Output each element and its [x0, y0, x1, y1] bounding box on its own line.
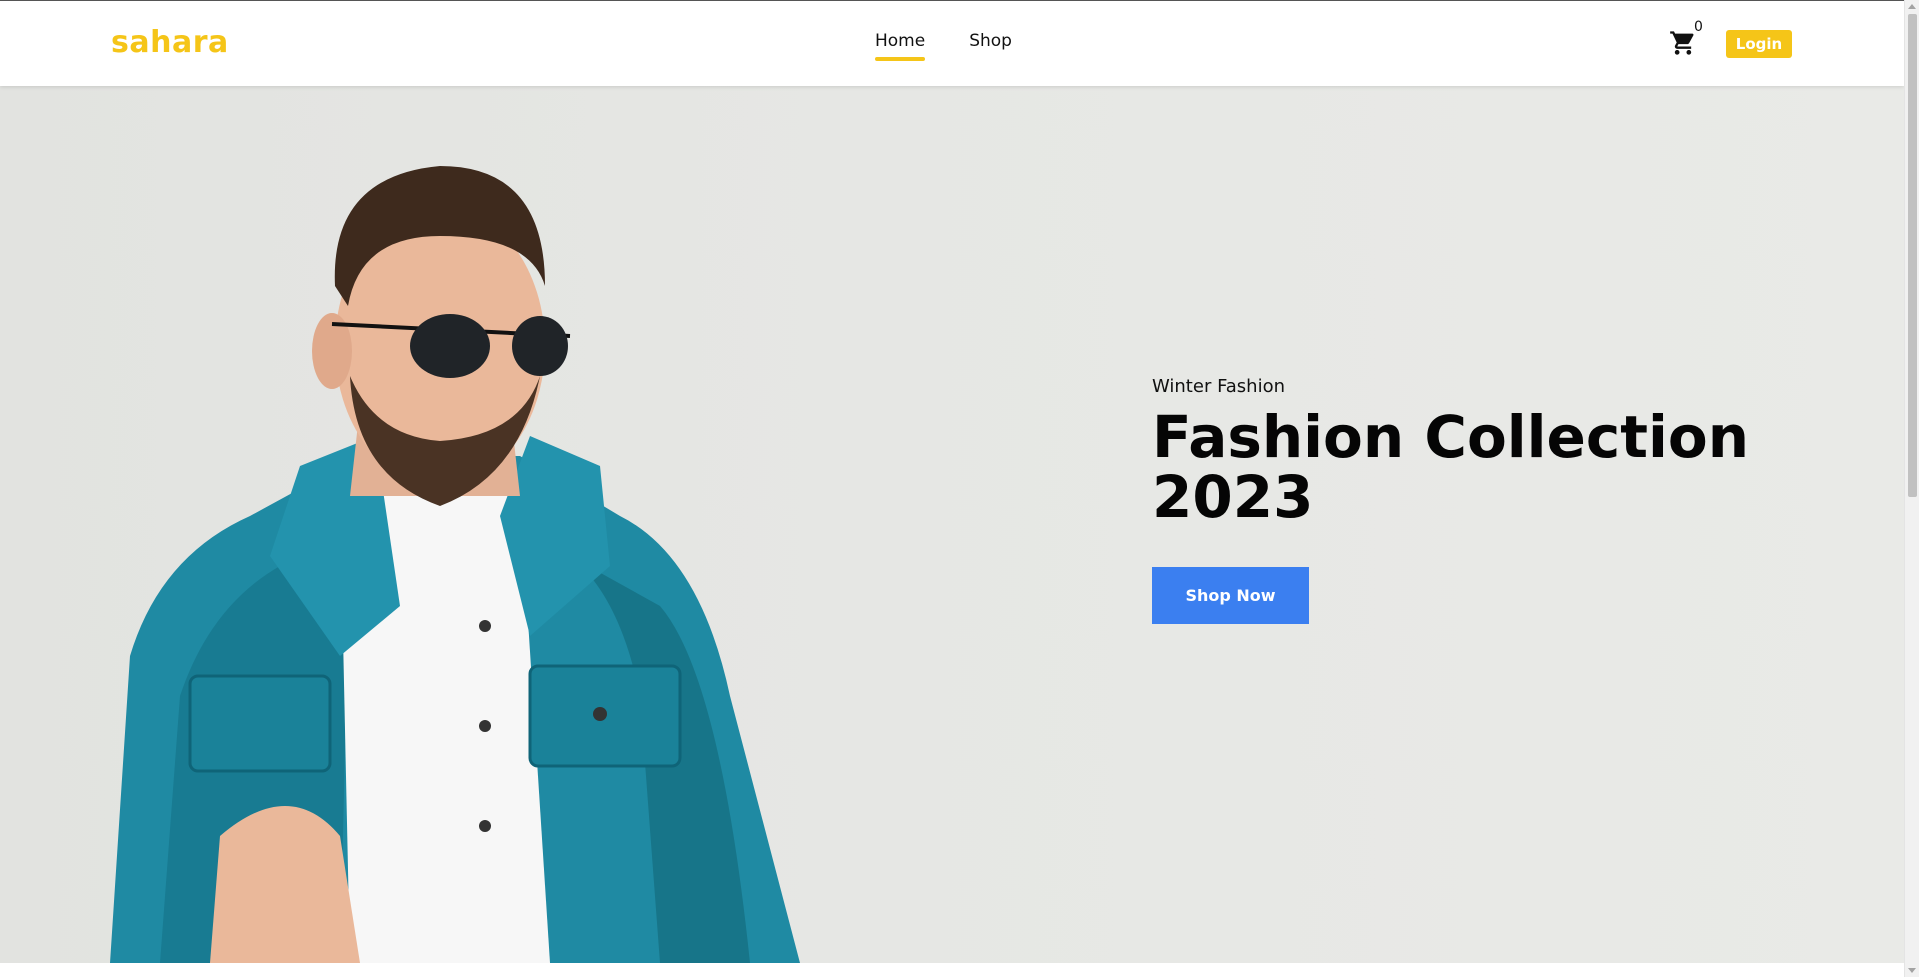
hero-model-image: [110, 166, 800, 963]
cart-count-badge: 0: [1694, 19, 1703, 35]
shop-now-button[interactable]: Shop Now: [1152, 567, 1309, 624]
cart-icon[interactable]: [1669, 29, 1697, 57]
scroll-down-arrow-icon[interactable]: [1908, 968, 1916, 973]
page: sahara Home Shop 0 Login Winter Fashion …: [0, 0, 1904, 977]
hero-headline: Fashion Collection 2023: [1152, 403, 1750, 531]
scroll-thumb[interactable]: [1908, 14, 1917, 497]
nav-home-link[interactable]: Home: [875, 31, 926, 61]
login-button[interactable]: Login: [1726, 30, 1792, 58]
hero-subtitle: Winter Fashion: [1152, 376, 1286, 397]
brand-logo[interactable]: sahara: [111, 25, 229, 60]
page-scrollbar[interactable]: [1904, 0, 1919, 977]
hero-text: Winter Fashion Fashion Collection 2023 S…: [1152, 376, 1752, 624]
nav-shop-link[interactable]: Shop: [969, 31, 1012, 59]
scroll-up-arrow-icon[interactable]: [1908, 4, 1916, 9]
hero-banner: Winter Fashion Fashion Collection 2023 S…: [0, 86, 1904, 963]
main-nav: Home Shop: [875, 31, 1012, 61]
site-header: sahara Home Shop 0 Login: [0, 0, 1904, 86]
